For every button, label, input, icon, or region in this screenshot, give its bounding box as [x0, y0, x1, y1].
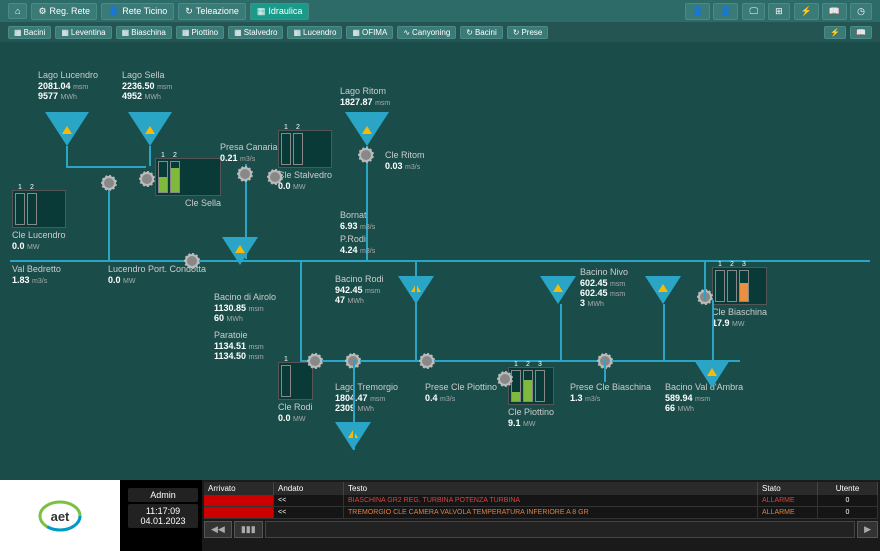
gear-icon[interactable]: [238, 167, 252, 181]
ofima-button[interactable]: ▦OFIMA: [346, 26, 393, 39]
bornat-node[interactable]: Bornat 6.93 m3/s: [340, 210, 375, 231]
bacino-airolo-node[interactable]: Bacino di Airolo 1130.85 msm 60 MWh: [214, 292, 276, 323]
bars: 1 2: [155, 158, 221, 196]
lago-sella-node[interactable]: Lago Sella 2236.50 msm 4952 MWh: [122, 70, 172, 101]
settings-button[interactable]: ⊞: [768, 3, 790, 20]
node-label: Lago Lucendro: [38, 70, 98, 80]
cle-biaschina-node[interactable]: 1 2 3 Cle Biaschina 17.9 MW: [712, 267, 767, 328]
alarm-controls: ◀◀ ▮▮▮ ▶: [204, 521, 878, 538]
rewind-button[interactable]: ◀◀: [204, 521, 232, 538]
gauge-button[interactable]: ◷: [850, 3, 872, 20]
cle-ritom-node[interactable]: Cle Ritom 0.03 m3/s: [385, 150, 425, 171]
stalvedro-button[interactable]: ▦Stalvedro: [228, 26, 283, 39]
spark-button[interactable]: ⚡: [824, 26, 846, 39]
bacino-rodi-node[interactable]: Bacino Rodi 942.45 msm 47 MWh: [335, 274, 384, 305]
valve-icon[interactable]: [645, 276, 681, 304]
scrollbar[interactable]: [265, 521, 855, 538]
alarm-panel: Arrivato Andato Testo Stato Utente << BI…: [202, 480, 880, 551]
valve-icon[interactable]: [345, 112, 389, 146]
alarm-row[interactable]: << TREMORGIO CLE CAMERA VALVOLA TEMPERAT…: [204, 507, 878, 519]
prese-cle-biaschina-node[interactable]: Prese Cle Biaschina 1.3 m3/s: [570, 382, 651, 403]
monitor-button[interactable]: 🖵: [742, 3, 765, 20]
presa-canaria-node[interactable]: Presa Canaria 0.21 m3/s: [220, 142, 278, 163]
cle-stalvedro-node[interactable]: 12 Cle Stalvedro 0.0 MW: [278, 130, 332, 191]
lucendro-button[interactable]: ▦Lucendro: [287, 26, 342, 39]
valve-icon[interactable]: [45, 112, 89, 146]
user2-button[interactable]: 👤: [713, 3, 738, 20]
valve-icon[interactable]: [128, 112, 172, 146]
alarm-header: Arrivato Andato Testo Stato Utente: [204, 482, 878, 495]
prese-button[interactable]: ↻Prese: [507, 26, 549, 39]
gear-icon[interactable]: [140, 172, 154, 186]
gear-icon[interactable]: [420, 354, 434, 368]
gear-icon[interactable]: [185, 254, 199, 268]
user1-button[interactable]: 👤: [685, 3, 710, 20]
book2-button[interactable]: 📖: [850, 26, 872, 39]
sub-toolbar: ▦Bacini ▦Leventina ▦Biaschina ▦Piottino …: [0, 22, 880, 42]
time-badge: 11:17:09 04.01.2023: [128, 504, 198, 528]
bacino-nivo-node[interactable]: Bacino Nivo 602.45 msm 602.45 msm 3 MWh: [580, 267, 628, 308]
logo-panel: aet: [0, 480, 120, 551]
biaschina-button[interactable]: ▦Biaschina: [116, 26, 172, 39]
cle-rodi-node[interactable]: 1 Cle Rodi 0.0 MW: [278, 362, 313, 423]
alert-button[interactable]: ⚡: [794, 3, 819, 20]
lago-lucendro-node[interactable]: Lago Lucendro 2081.04 msm 9577 MWh: [38, 70, 98, 101]
prodi-node[interactable]: P.Rodi 4.24 m3/s: [340, 234, 375, 255]
cle-piottino-node[interactable]: 1 2 3 Cle Piottino 9.1 MW: [508, 367, 554, 428]
cle-sella-node[interactable]: 1 2 Cle Sella: [155, 158, 221, 209]
book-button[interactable]: 📖: [822, 3, 847, 20]
bacini2-button[interactable]: ↻Bacini: [460, 26, 503, 39]
prese-cle-piottino-node[interactable]: Prese Cle Piottino 0.4 m3/s: [425, 382, 497, 403]
play-button[interactable]: ▶: [857, 521, 878, 538]
piottino-button[interactable]: ▦Piottino: [176, 26, 224, 39]
teleazione-button[interactable]: ↻Teleazione: [178, 3, 246, 20]
main-toolbar: ⌂ ⚙Reg. Rete 👤Rete Ticino ↻Teleazione ▦I…: [0, 0, 880, 22]
val-bedretto-node[interactable]: Val Bedretto 1.83 m3/s: [12, 264, 61, 285]
admin-badge[interactable]: Admin: [128, 488, 198, 502]
paratoie-node[interactable]: Paratoie 1134.51 msm 1134.50 msm: [214, 330, 264, 361]
gear-icon[interactable]: [498, 372, 512, 386]
hydraulic-diagram: Lago Lucendro 2081.04 msm 9577 MWh Lago …: [0, 42, 880, 480]
bars-button[interactable]: ▮▮▮: [234, 521, 263, 538]
valve-icon[interactable]: [222, 237, 258, 265]
idraulica-button[interactable]: ▦Idraulica: [250, 3, 310, 20]
gear-icon[interactable]: [102, 176, 116, 190]
home-button[interactable]: ⌂: [8, 3, 27, 19]
lago-tremorgio-node[interactable]: Lago Tremorgio 1804.47 msm 2309 MWh: [335, 382, 398, 413]
bacini-button[interactable]: ▦Bacini: [8, 26, 51, 39]
canyoning-button[interactable]: ∿Canyoning: [397, 26, 456, 39]
gear-icon[interactable]: [359, 148, 373, 162]
cle-lucendro-node[interactable]: 12 Cle Lucendro 0.0 MW: [12, 190, 66, 251]
rete-ticino-button[interactable]: 👤Rete Ticino: [101, 3, 174, 20]
svg-text:aet: aet: [51, 509, 70, 524]
leventina-button[interactable]: ▦Leventina: [55, 26, 111, 39]
reg-rete-button[interactable]: ⚙Reg. Rete: [31, 3, 97, 20]
lago-ritom-node[interactable]: Lago Ritom 1827.87 msm: [340, 86, 390, 107]
gear-icon[interactable]: [308, 354, 322, 368]
valve-icon[interactable]: [694, 360, 730, 388]
aet-logo: aet: [30, 496, 90, 536]
footer: aet Admin 11:17:09 04.01.2023 Arrivato A…: [0, 480, 880, 551]
valve-icon[interactable]: [540, 276, 576, 304]
gear-icon[interactable]: [268, 170, 282, 184]
alarm-row[interactable]: << BIASCHINA GR2 REG. TURBINA POTENZA TU…: [204, 495, 878, 507]
